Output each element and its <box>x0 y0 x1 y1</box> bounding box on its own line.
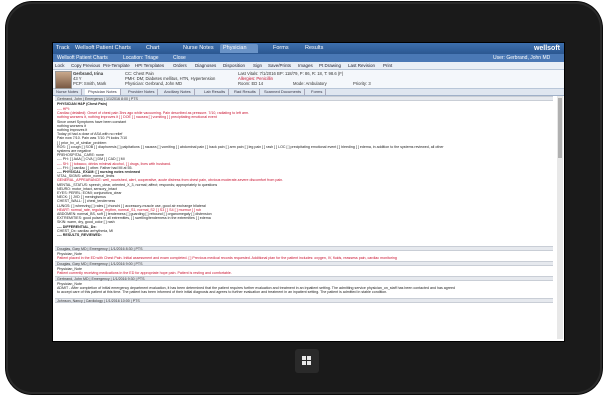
tab-nurse-notes[interactable]: Nurse Notes <box>53 89 83 95</box>
app-window: Track Wellsoft Patient Charts Chart Nurs… <box>52 42 565 342</box>
orders-button[interactable]: Orders <box>173 62 187 69</box>
nav-physician-notes-tab[interactable]: Physician Notes <box>220 44 258 60</box>
patient-room: Room: ED 14 <box>238 81 264 86</box>
patient-priority: Priority: 3 <box>353 81 371 86</box>
nav-forms[interactable]: Forms <box>273 44 289 53</box>
notes-content: Gerbrand, John | Emergency | 1/1/2016 8:… <box>55 96 555 339</box>
sign-button[interactable]: Sign <box>253 62 262 69</box>
notes-tabs: Nurse Notes Physician Notes Provider Not… <box>53 89 564 96</box>
note-title: PHYSICIAN H&P (Chest Pain) <box>57 102 108 106</box>
note-footer-row[interactable]: Johnson, Nancy | Cardiology | 1/1/2016 1… <box>55 298 553 303</box>
tablet-frame: Track Wellsoft Patient Charts Chart Nurs… <box>6 2 602 394</box>
wellsoft-logo: wellsoft <box>533 45 560 52</box>
patient-physician: Physician: Gerbrand, John MD <box>125 81 183 86</box>
nav-chart[interactable]: Chart <box>146 44 159 53</box>
note-line: Patient currently receiving medications … <box>57 271 232 276</box>
patient-mode: Mode: Ambulatory <box>293 81 327 86</box>
tab-lab-results[interactable]: Lab Results <box>201 89 230 95</box>
content-scrollbar[interactable] <box>557 96 563 339</box>
tab-ancillary-notes[interactable]: Ancillary Notes <box>161 89 195 95</box>
nav-results[interactable]: Results <box>305 44 323 53</box>
diagnoses-button[interactable]: Diagnoses <box>195 62 216 69</box>
last-revision-button[interactable]: Last Revision <box>348 62 375 69</box>
subnav-close[interactable]: Close <box>173 54 186 62</box>
patient-avatar <box>55 71 72 89</box>
images-button[interactable]: Images <box>298 62 313 69</box>
hpi-templates-button[interactable]: HPI Templates <box>135 62 164 69</box>
note-line: ROS: [ ] cough [ ] SOB [ ] diaphoresis [… <box>57 144 444 149</box>
scrollbar-thumb[interactable] <box>558 98 562 158</box>
pt-drawing-button[interactable]: Pt Drawing <box>319 62 341 69</box>
nav-patient-charts[interactable]: Wellsoft Patient Charts <box>75 44 131 53</box>
note-line: to accept care of this patient at this t… <box>57 290 388 295</box>
save-prints-button[interactable]: Save/Prints <box>268 62 291 69</box>
tab-rad-results[interactable]: Rad Results <box>231 89 260 95</box>
subnav-location[interactable]: Location: Triage <box>123 54 159 62</box>
note-line: ---- RESULTS_REVIEWED: <box>57 233 102 237</box>
sub-nav: Wellsoft Patient Charts Location: Triage… <box>53 54 564 62</box>
pre-template-button[interactable]: Pre-Template <box>103 62 130 69</box>
patient-pcp: PCP: Smith, Mark <box>73 81 107 86</box>
copy-previous-button[interactable]: Copy Previous <box>71 62 100 69</box>
note-section-1-header[interactable]: Douglas, Gary MD | Emergency | 1/1/2016 … <box>55 246 553 251</box>
note-line: Patient placed in the ED with Chest Pain… <box>57 256 397 261</box>
subnav-patient-charts[interactable]: Wellsoft Patient Charts <box>57 54 108 62</box>
note-section-2-header[interactable]: Douglas, Gary MD | Emergency | 1/1/2016 … <box>55 261 553 266</box>
note-header-row[interactable]: Gerbrand, John | Emergency | 1/1/2016 8:… <box>55 96 553 101</box>
lock-button[interactable]: Lock <box>55 62 65 69</box>
print-button[interactable]: Print <box>383 62 392 69</box>
tab-scanned-documents[interactable]: Scanned Documents <box>261 89 306 95</box>
patient-banner: Gerbrand, Irina 43 Y PCP: Smith, Mark CC… <box>53 70 564 89</box>
windows-home-button[interactable] <box>295 349 319 373</box>
tab-physician-notes[interactable]: Physician Notes <box>85 89 121 95</box>
top-nav: Track Wellsoft Patient Charts Chart Nurs… <box>53 43 564 60</box>
note-section-3-header[interactable]: Gerbrand, John MD | Emergency | 1/1/2016… <box>55 276 553 281</box>
nav-track[interactable]: Track <box>56 44 70 53</box>
disposition-button[interactable]: Disposition <box>223 62 245 69</box>
tab-forms[interactable]: Forms <box>308 89 327 95</box>
windows-logo-icon <box>302 356 312 366</box>
current-user: User: Gerbrand, John MD <box>493 55 551 61</box>
toolbar: Lock Copy Previous Pre-Template HPI Temp… <box>53 62 564 70</box>
tab-provider-notes[interactable]: Provider Notes <box>125 89 159 95</box>
nav-nurse-notes[interactable]: Nurse Notes <box>183 44 214 53</box>
